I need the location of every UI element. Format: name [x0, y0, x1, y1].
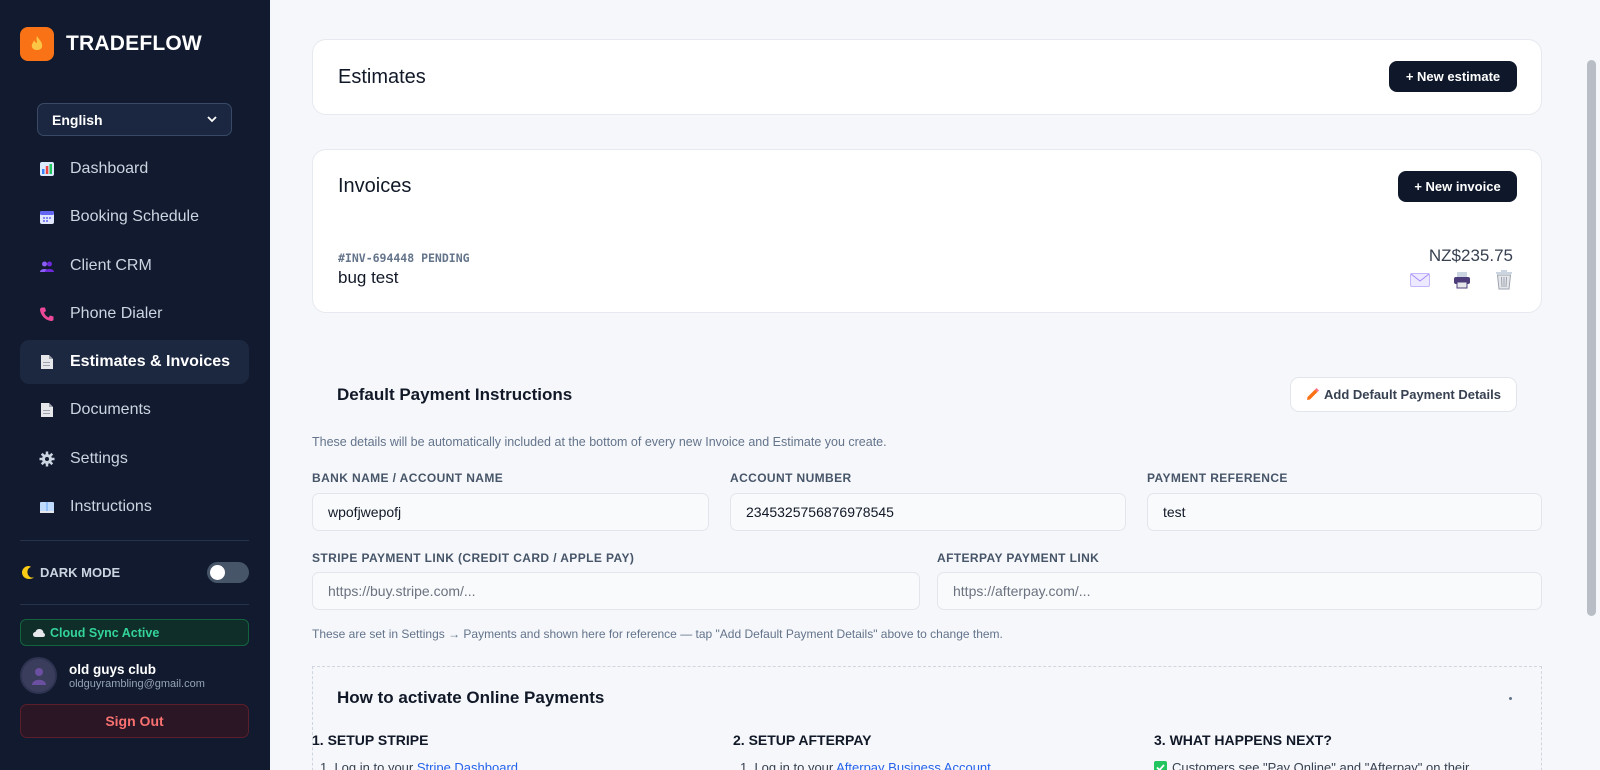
sidebar-item-label: Phone Dialer [70, 304, 163, 322]
gear-icon [38, 450, 55, 467]
sidebar-item-label: Instructions [70, 498, 152, 516]
bank-name-label: BANK NAME / ACCOUNT NAME [312, 471, 504, 485]
step-afterpay-line: 1. Log in to your Afterpay Business Acco… [740, 760, 991, 770]
check-icon [1154, 761, 1167, 770]
add-default-payment-button[interactable]: Add Default Payment Details [1290, 377, 1517, 412]
activate-online-payments-panel [312, 666, 1542, 770]
sidebar-divider [20, 604, 249, 605]
sidebar-nav: Dashboard Booking Schedule Client CRM Ph… [20, 147, 249, 533]
sidebar-item-instructions[interactable]: Instructions [20, 485, 249, 529]
afterpay-link-label: AFTERPAY PAYMENT LINK [937, 551, 1100, 565]
step-afterpay-prefix: 1. Log in to your [740, 760, 837, 770]
document-icon [38, 354, 55, 371]
bar-chart-icon [38, 161, 55, 178]
sidebar-item-label: Client CRM [70, 256, 152, 274]
payment-helper-text: These details will be automatically incl… [312, 435, 887, 449]
main-scrollbar[interactable] [1587, 60, 1596, 616]
dark-mode-toggle[interactable] [207, 562, 249, 583]
bank-name-field[interactable]: wpofjwepofj [312, 493, 709, 531]
chevron-down-icon [207, 116, 217, 123]
sidebar-item-client-crm[interactable]: Client CRM [20, 244, 249, 288]
step-next-line: Customers see "Pay Online" and "Afterpay… [1154, 760, 1469, 770]
moon-icon [22, 566, 34, 579]
sidebar-item-label: Settings [70, 449, 128, 467]
new-estimate-button[interactable]: + New estimate [1389, 61, 1517, 92]
estimates-card: Estimates + New estimate [312, 39, 1542, 115]
step-afterpay-title: 2. SETUP AFTERPAY [733, 732, 872, 748]
sidebar-item-booking-schedule[interactable]: Booking Schedule [20, 195, 249, 239]
payment-instructions-title: Default Payment Instructions [337, 385, 573, 404]
calendar-icon [38, 209, 55, 226]
dark-mode-label: DARK MODE [40, 565, 121, 580]
stripe-link-field[interactable]: https://buy.stripe.com/... [312, 572, 920, 610]
account-number-label: ACCOUNT NUMBER [730, 471, 852, 485]
user-email: oldguyrambling@gmail.com [69, 677, 205, 690]
stripe-dashboard-link[interactable]: Stripe Dashboard [417, 760, 518, 770]
cloud-sync-badge: Cloud Sync Active [20, 619, 249, 646]
sidebar-item-documents[interactable]: Documents [20, 388, 249, 432]
invoice-client: bug test [338, 268, 399, 287]
collapse-indicator[interactable] [1509, 697, 1512, 700]
cloud-sync-label: Cloud Sync Active [50, 625, 160, 640]
stripe-link-label: STRIPE PAYMENT LINK (CREDIT CARD / APPLE… [312, 551, 635, 565]
phone-icon [38, 305, 55, 322]
step-stripe-line: 1. Log in to your Stripe Dashboard [320, 760, 518, 770]
print-icon[interactable] [1451, 270, 1473, 290]
step-stripe-prefix: 1. Log in to your [320, 760, 417, 770]
step-next-text: Customers see "Pay Online" and "Afterpay… [1172, 760, 1470, 770]
users-icon [38, 257, 55, 274]
invoices-title: Invoices [338, 175, 412, 197]
afterpay-account-link[interactable]: Afterpay Business Account [836, 760, 991, 770]
avatar [20, 657, 57, 694]
payment-settings-note: These are set in Settings → Payments and… [312, 627, 1003, 641]
estimates-title: Estimates [338, 66, 426, 88]
sidebar-item-label: Documents [70, 401, 151, 419]
sidebar-item-settings[interactable]: Settings [20, 437, 249, 481]
afterpay-link-field[interactable]: https://afterpay.com/... [937, 572, 1542, 610]
new-invoice-button[interactable]: + New invoice [1398, 171, 1517, 202]
trash-icon[interactable] [1493, 270, 1515, 290]
email-icon[interactable] [1409, 270, 1431, 290]
add-default-payment-label: Add Default Payment Details [1324, 387, 1501, 402]
sign-out-button[interactable]: Sign Out [20, 704, 249, 738]
payment-reference-label: PAYMENT REFERENCE [1147, 471, 1288, 485]
sidebar: TRADEFLOW English Dashboard Booking Sche… [0, 0, 270, 770]
invoice-amount: NZ$235.75 [1428, 246, 1513, 265]
step-next-title: 3. WHAT HAPPENS NEXT? [1154, 732, 1332, 748]
sidebar-item-label: Dashboard [70, 160, 149, 177]
language-select[interactable]: English [37, 103, 232, 136]
brand-name: TRADEFLOW [66, 32, 202, 55]
payment-reference-field[interactable]: test [1147, 493, 1542, 531]
flame-logo-icon [20, 27, 54, 61]
book-icon [38, 499, 55, 516]
invoice-actions [1409, 270, 1515, 290]
step-stripe-title: 1. SETUP STRIPE [312, 732, 429, 748]
user-avatar-icon [31, 667, 46, 685]
dark-mode-row: DARK MODE [22, 562, 249, 583]
user-name: old guys club [69, 661, 157, 677]
activate-payments-title: How to activate Online Payments [337, 688, 605, 707]
sidebar-divider [20, 540, 249, 541]
sidebar-item-label: Booking Schedule [70, 208, 199, 226]
invoice-number-status: #INV-694448 PENDING [338, 251, 470, 265]
cloud-icon [33, 628, 45, 637]
invoices-card: Invoices + New invoice #INV-694448 PENDI… [312, 149, 1542, 313]
account-number-field[interactable]: 2345325756876978545 [730, 493, 1126, 531]
sidebar-item-estimates-invoices[interactable]: Estimates & Invoices [20, 340, 249, 385]
toggle-knob [210, 565, 225, 580]
language-selected: English [52, 111, 103, 128]
brand[interactable]: TRADEFLOW [20, 27, 202, 61]
pencil-icon [1307, 388, 1319, 400]
sidebar-item-dashboard[interactable]: Dashboard [20, 147, 249, 191]
document-icon [38, 402, 55, 419]
sidebar-item-phone-dialer[interactable]: Phone Dialer [20, 292, 249, 336]
user-profile[interactable]: old guys club oldguyrambling@gmail.com [20, 657, 205, 694]
sidebar-item-label: Estimates & Invoices [70, 353, 231, 371]
